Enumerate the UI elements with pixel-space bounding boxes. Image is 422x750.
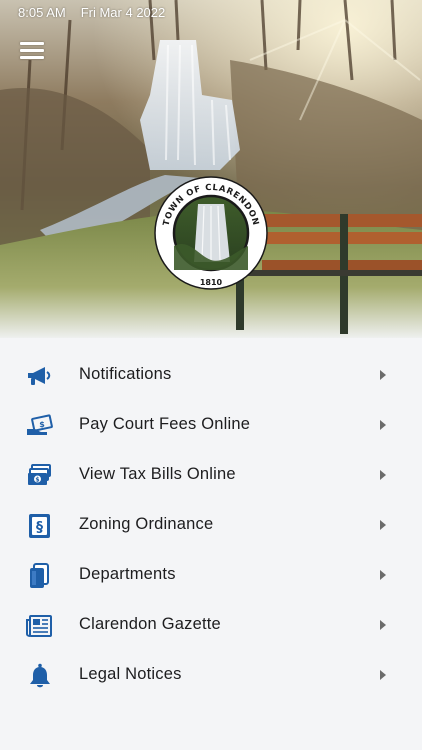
chevron-right-icon (380, 470, 386, 480)
menu-item-label: Pay Court Fees Online (79, 415, 251, 433)
main-menu-list: Notifications $ Pay Court Fees Online $ … (0, 350, 422, 700)
chevron-right-icon (380, 520, 386, 530)
menu-item-departments[interactable]: Departments (0, 550, 422, 600)
money-bills-icon: $ (25, 462, 53, 490)
menu-item-pay-court-fees[interactable]: $ Pay Court Fees Online (0, 400, 422, 450)
status-time: 8:05 AM (18, 5, 66, 20)
menu-item-label: Clarendon Gazette (79, 615, 221, 633)
menu-item-label: View Tax Bills Online (79, 465, 236, 483)
menu-item-label: Legal Notices (79, 665, 182, 683)
newspaper-icon (25, 612, 53, 640)
chevron-right-icon (380, 620, 386, 630)
books-icon (25, 562, 53, 590)
menu-item-clarendon-gazette[interactable]: Clarendon Gazette (0, 600, 422, 650)
svg-text:$: $ (35, 477, 39, 484)
chevron-right-icon (380, 670, 386, 680)
section-document-icon: § (25, 512, 53, 540)
hand-payment-icon: $ (25, 412, 53, 440)
header-hero-image: 8:05 AM Fri Mar 4 2022 TOWN OF CLARENDON… (0, 0, 422, 338)
seal-year-text: 1810 (200, 278, 223, 287)
bell-icon (25, 662, 53, 690)
menu-item-label: Notifications (79, 365, 172, 383)
menu-item-label: Zoning Ordinance (79, 515, 214, 533)
town-seal-logo: TOWN OF CLARENDON 1810 (154, 176, 268, 290)
chevron-right-icon (380, 420, 386, 430)
megaphone-icon (25, 362, 53, 390)
menu-item-label: Departments (79, 565, 176, 583)
svg-text:§: § (36, 520, 43, 536)
menu-item-notifications[interactable]: Notifications (0, 350, 422, 400)
status-date: Fri Mar 4 2022 (80, 5, 166, 20)
menu-item-zoning-ordinance[interactable]: § Zoning Ordinance (0, 500, 422, 550)
menu-item-legal-notices[interactable]: Legal Notices (0, 650, 422, 700)
menu-item-view-tax-bills[interactable]: $ View Tax Bills Online (0, 450, 422, 500)
chevron-right-icon (380, 570, 386, 580)
chevron-right-icon (380, 370, 386, 380)
status-bar: 8:05 AM Fri Mar 4 2022 (18, 5, 165, 21)
svg-text:$: $ (39, 420, 45, 429)
hamburger-menu-icon[interactable] (20, 40, 46, 62)
